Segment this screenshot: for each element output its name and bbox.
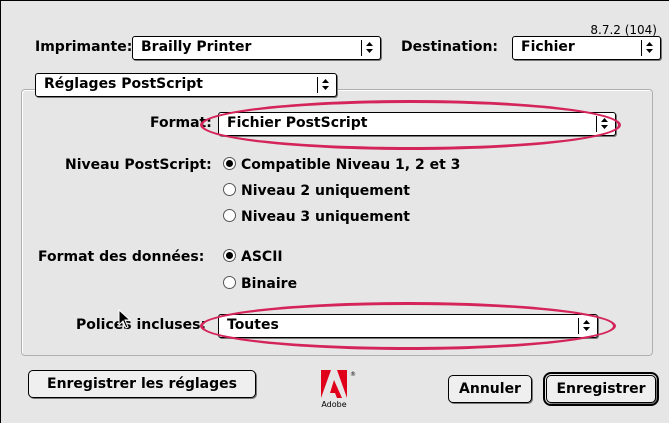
mouse-pointer-icon	[118, 309, 132, 329]
panel-popup[interactable]: Réglages PostScript	[35, 73, 337, 97]
fonts-label: Polices incluses:	[76, 317, 207, 333]
version-label: 8.7.2 (104)	[590, 23, 657, 37]
data-format-option-label: Binaire	[241, 276, 298, 292]
data-format-option-label: ASCII	[241, 249, 283, 265]
fonts-value: Toutes	[227, 317, 279, 333]
level-option-label: Niveau 3 uniquement	[241, 209, 410, 225]
destination-popup[interactable]: Fichier	[512, 36, 661, 60]
adobe-logo-text: Adobe	[321, 400, 347, 409]
fonts-popup[interactable]: Toutes	[218, 314, 598, 338]
radio-icon	[223, 183, 236, 196]
printer-label: Imprimante:	[35, 39, 133, 55]
level-option-label: Niveau 2 uniquement	[241, 183, 410, 199]
level-option-1[interactable]: Compatible Niveau 1, 2 et 3	[223, 157, 460, 173]
data-format-label: Format des données:	[38, 249, 205, 265]
level-option-3[interactable]: Niveau 3 uniquement	[223, 209, 410, 225]
popup-arrows-icon	[578, 318, 594, 334]
save-settings-button[interactable]: Enregistrer les réglages	[28, 370, 256, 398]
radio-icon	[223, 209, 236, 222]
format-label: Format:	[150, 115, 212, 131]
printer-popup[interactable]: Brailly Printer	[132, 36, 381, 60]
svg-text:®: ®	[350, 371, 356, 378]
panel-value: Réglages PostScript	[44, 76, 203, 92]
popup-arrows-icon	[361, 40, 377, 56]
format-popup[interactable]: Fichier PostScript	[218, 112, 616, 136]
radio-icon	[223, 276, 236, 289]
popup-arrows-icon	[596, 116, 612, 132]
print-dialog: 8.7.2 (104) Imprimante: Brailly Printer …	[0, 0, 669, 423]
popup-arrows-icon	[317, 77, 333, 93]
data-format-option-ascii[interactable]: ASCII	[223, 249, 283, 265]
level-option-2[interactable]: Niveau 2 uniquement	[223, 183, 410, 199]
radio-selected-icon	[223, 157, 236, 170]
radio-selected-icon	[223, 249, 236, 262]
level-option-label: Compatible Niveau 1, 2 et 3	[241, 157, 461, 173]
destination-label: Destination:	[401, 39, 499, 55]
level-label: Niveau PostScript:	[65, 157, 212, 173]
cancel-button[interactable]: Annuler	[448, 375, 532, 403]
popup-arrows-icon	[641, 40, 657, 56]
destination-value: Fichier	[521, 39, 575, 55]
printer-value: Brailly Printer	[141, 39, 252, 55]
save-button[interactable]: Enregistrer	[543, 372, 659, 406]
data-format-option-binary[interactable]: Binaire	[223, 276, 297, 292]
format-value: Fichier PostScript	[227, 115, 368, 131]
